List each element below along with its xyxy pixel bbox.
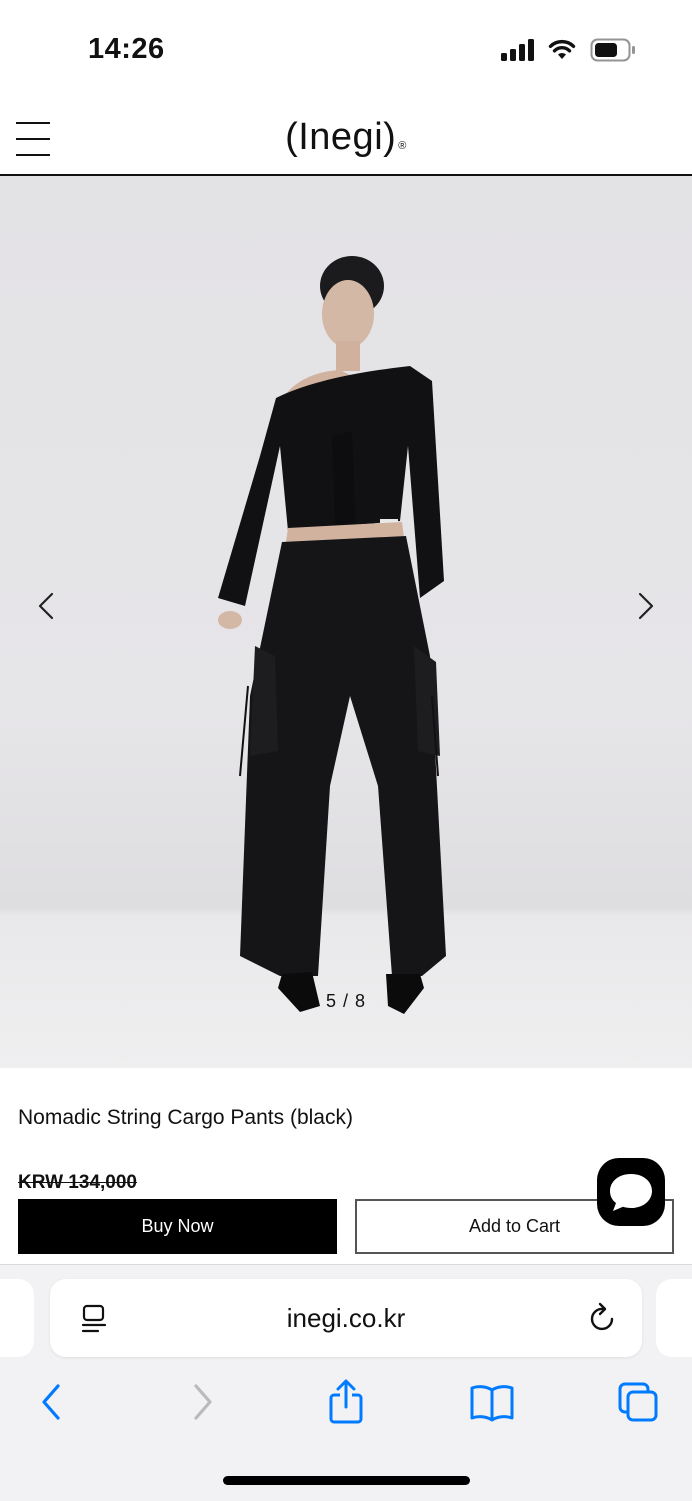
tabs-icon[interactable] bbox=[614, 1378, 662, 1426]
chat-button[interactable] bbox=[597, 1158, 665, 1226]
registered-mark: ® bbox=[398, 140, 407, 152]
previous-image-arrow-icon[interactable] bbox=[26, 586, 66, 626]
site-header: (Inegi) ® bbox=[0, 100, 692, 176]
logo-text: (Inegi) bbox=[285, 116, 397, 158]
status-time: 14:26 bbox=[88, 33, 165, 65]
status-icons bbox=[501, 38, 636, 62]
next-image-arrow-icon[interactable] bbox=[626, 586, 666, 626]
next-tab-edge[interactable] bbox=[656, 1279, 692, 1357]
product-price: KRW 134,000 bbox=[18, 1172, 137, 1193]
home-indicator[interactable] bbox=[223, 1476, 470, 1485]
status-bar: 14:26 bbox=[0, 0, 692, 100]
back-icon[interactable] bbox=[28, 1378, 76, 1426]
model-photo bbox=[218, 256, 446, 1014]
reload-icon[interactable] bbox=[588, 1301, 618, 1335]
wifi-icon bbox=[548, 39, 576, 59]
image-counter: 5 / 8 bbox=[325, 991, 367, 1011]
buy-now-button[interactable]: Buy Now bbox=[18, 1199, 337, 1254]
chat-bubble-icon bbox=[610, 1174, 652, 1211]
url-text: inegi.co.kr bbox=[286, 1303, 406, 1333]
previous-tab-edge[interactable] bbox=[0, 1279, 34, 1357]
product-title: Nomadic String Cargo Pants (black) bbox=[18, 1106, 353, 1129]
share-icon[interactable] bbox=[322, 1378, 370, 1426]
battery-icon bbox=[590, 38, 635, 62]
product-image-gallery[interactable]: 5 / 8 bbox=[0, 176, 692, 1068]
address-bar[interactable]: inegi.co.kr bbox=[50, 1279, 642, 1357]
cellular-signal-icon bbox=[501, 39, 534, 61]
forward-icon[interactable] bbox=[178, 1378, 226, 1426]
bookmarks-icon[interactable] bbox=[468, 1378, 516, 1426]
site-logo[interactable]: (Inegi) ® bbox=[0, 116, 692, 159]
